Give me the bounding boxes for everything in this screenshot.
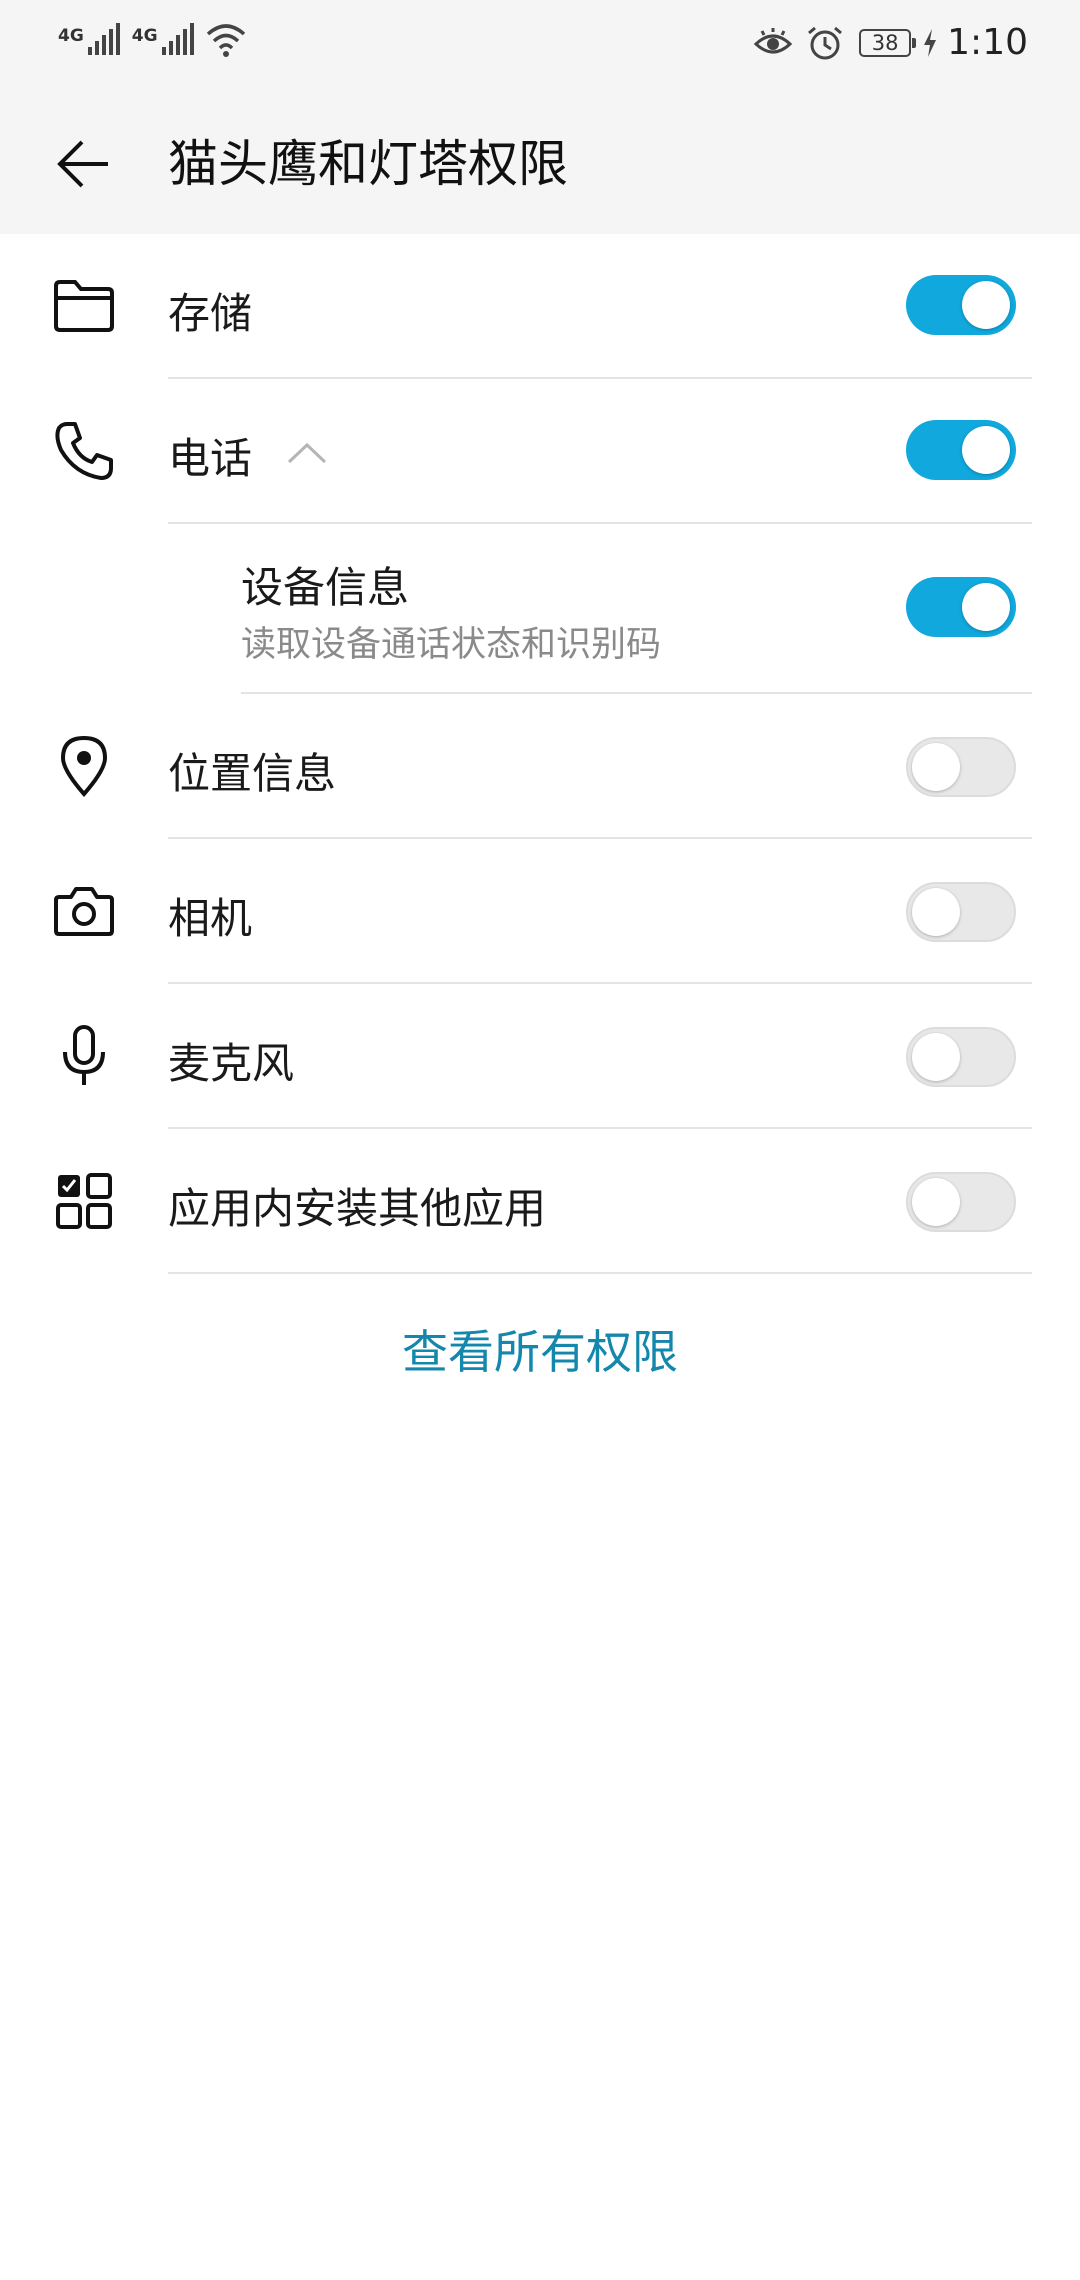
eye-comfort-icon (753, 27, 793, 53)
install-apps-toggle[interactable] (906, 1172, 1016, 1232)
status-bar: 4G 4G 38 1:10 (0, 0, 1080, 94)
permission-row-storage[interactable]: 存储 (0, 234, 1080, 379)
microphone-icon (50, 1022, 118, 1090)
app-bar: 猫头鹰和灯塔权限 (0, 94, 1080, 234)
back-button[interactable] (40, 130, 124, 198)
status-time: 1:10 (947, 22, 1028, 63)
permission-row-device-info[interactable]: 设备信息 读取设备通话状态和识别码 (0, 524, 1080, 694)
phone-icon (50, 417, 118, 485)
chevron-up-icon[interactable] (286, 441, 328, 465)
permission-list: 存储 电话 设备信息 读取设备通话状态和识别码 位置信息 相机 麦克风 应用内安… (0, 234, 1080, 1274)
apps-grid-icon (50, 1167, 118, 1235)
permission-label: 应用内安装其他应用 (168, 1184, 547, 1233)
alarm-icon (808, 26, 843, 59)
wifi-icon (206, 24, 245, 57)
camera-toggle[interactable] (906, 882, 1016, 942)
network-type-2: 4G (131, 26, 158, 46)
permission-row-microphone[interactable]: 麦克风 (0, 984, 1080, 1129)
permission-row-camera[interactable]: 相机 (0, 839, 1080, 984)
microphone-toggle[interactable] (906, 1027, 1016, 1087)
status-left: 4G 4G (58, 22, 246, 58)
permission-label: 存储 (168, 289, 253, 338)
folder-icon (50, 272, 118, 340)
phone-toggle[interactable] (906, 420, 1016, 480)
location-toggle[interactable] (906, 737, 1016, 797)
permission-label: 相机 (168, 894, 253, 943)
network-type-1: 4G (58, 26, 84, 46)
status-right: 38 1:10 (753, 22, 1028, 63)
permission-label: 电话 (168, 434, 253, 483)
page-title: 猫头鹰和灯塔权限 (168, 135, 568, 193)
view-all-permissions-link[interactable]: 查看所有权限 (0, 1316, 1080, 1382)
battery-level: 38 (871, 30, 899, 55)
permission-row-location[interactable]: 位置信息 (0, 694, 1080, 839)
camera-icon (50, 877, 118, 945)
location-pin-icon (50, 732, 118, 800)
permission-label: 位置信息 (168, 749, 337, 798)
permission-row-phone[interactable]: 电话 (0, 379, 1080, 524)
storage-toggle[interactable] (906, 275, 1016, 335)
permission-label: 设备信息 (241, 563, 410, 612)
cell-signal-icon (87, 23, 120, 55)
back-arrow-icon (57, 140, 108, 188)
battery-indicator: 38 (859, 28, 917, 57)
charging-icon (924, 28, 937, 57)
permission-row-install-apps[interactable]: 应用内安装其他应用 (0, 1129, 1080, 1274)
device-info-toggle[interactable] (906, 577, 1016, 637)
cell-signal-icon (161, 23, 194, 55)
permission-label: 麦克风 (168, 1039, 295, 1088)
permission-description: 读取设备通话状态和识别码 (241, 625, 662, 665)
divider (168, 1272, 1032, 1274)
